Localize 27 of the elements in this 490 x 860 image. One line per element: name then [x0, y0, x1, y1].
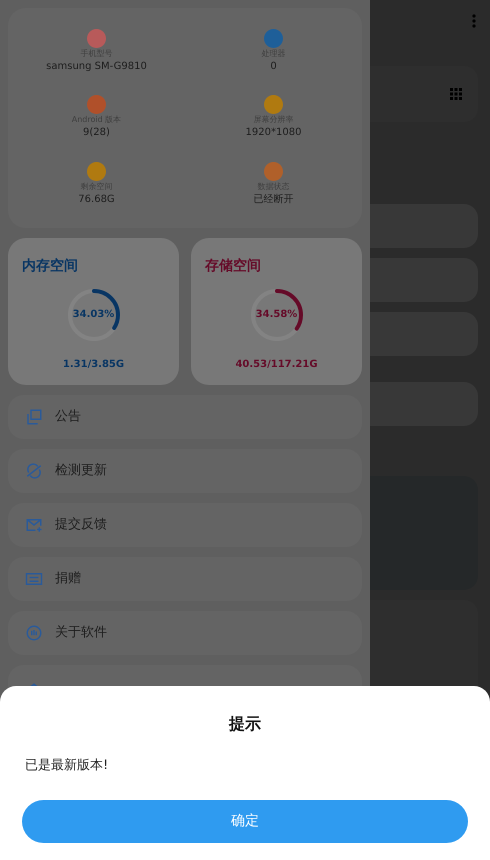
- copy-icon: [25, 408, 43, 426]
- info-value: 已经断开: [254, 193, 294, 208]
- menu-item[interactable]: 公告: [8, 395, 362, 439]
- info-icon: [25, 624, 43, 642]
- usage-amount: 40.53/117.21G: [234, 358, 319, 372]
- usage-title: 存储空间: [205, 256, 262, 276]
- percent-text: 34.58%: [256, 309, 298, 321]
- usage-amount: 1.31/3.85G: [62, 358, 126, 372]
- menu-item[interactable]: 捐赠: [8, 557, 362, 601]
- info-value: 76.68G: [78, 193, 115, 208]
- info-value: samsung SM-G9810: [46, 60, 147, 74]
- info-value: 1920*1080: [246, 126, 302, 140]
- keyboard-icon: [25, 570, 43, 588]
- usage-title: 内存空间: [22, 256, 79, 276]
- menu-item[interactable]: 关于软件: [8, 611, 362, 655]
- grid-icon[interactable]: [450, 88, 462, 100]
- info-value: 0: [270, 60, 277, 74]
- more-icon[interactable]: [472, 14, 476, 28]
- refresh-icon: [25, 462, 43, 480]
- mail-icon: [25, 516, 43, 534]
- confirm-button[interactable]: 确定: [22, 800, 468, 842]
- dialog-message: 已是最新版本!: [24, 757, 110, 775]
- dialog-title: 提示: [228, 713, 262, 735]
- info-value: 9(28): [83, 126, 110, 140]
- percent-text: 34.03%: [72, 309, 114, 321]
- menu-item[interactable]: 提交反馈: [8, 503, 362, 547]
- menu-item[interactable]: 检测更新: [8, 449, 362, 493]
